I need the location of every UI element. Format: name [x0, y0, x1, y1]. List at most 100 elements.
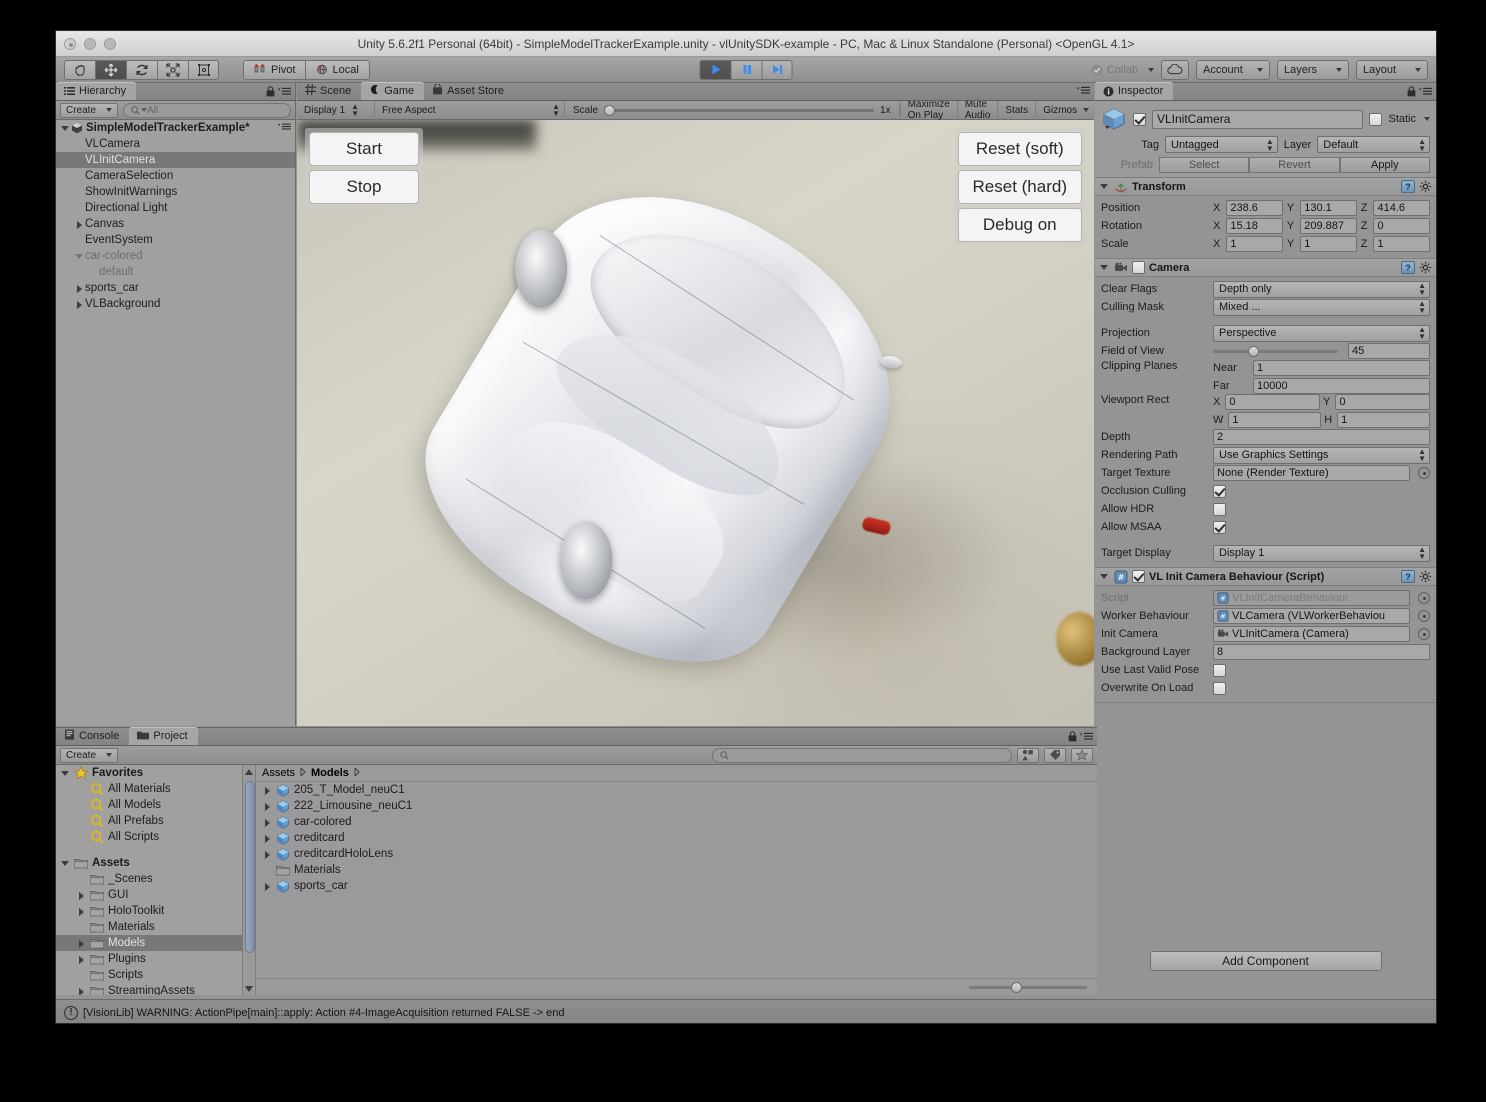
dropdown-field[interactable]: Depth only ▲ ▼ [1213, 280, 1430, 298]
property-checkbox[interactable] [1213, 663, 1226, 677]
tab-hierarchy[interactable]: Hierarchy [56, 82, 137, 100]
dropdown-field[interactable]: Mixed ... ▲ ▼ [1213, 298, 1430, 316]
move-tool-button[interactable] [95, 59, 126, 80]
property-checkbox[interactable] [1213, 502, 1226, 516]
disclosure-triangle-icon[interactable] [1099, 181, 1110, 192]
project-zoom-slider[interactable] [969, 981, 1087, 993]
project-tree-item[interactable]: Models [56, 935, 242, 951]
hierarchy-item[interactable]: Directional Light [56, 200, 295, 216]
object-reference-field[interactable]: # VLCamera (VLWorkerBehaviou [1213, 608, 1410, 624]
step-button[interactable] [761, 59, 793, 80]
game-reset-soft-button[interactable]: Reset (soft) [957, 132, 1082, 166]
project-tab-menu[interactable] [1068, 731, 1093, 742]
local-button[interactable]: Local [305, 59, 370, 80]
component-header-actions[interactable]: ? [1401, 261, 1432, 274]
panel-menu-icon[interactable] [278, 122, 291, 134]
collab-button[interactable]: Collab [1091, 64, 1154, 76]
static-checkbox[interactable] [1369, 112, 1383, 126]
dropdown-field[interactable]: Use Graphics Settings ▲ ▼ [1213, 446, 1430, 464]
breadcrumb-item[interactable]: Assets [262, 767, 295, 779]
rect-field-x[interactable]: 0 [1225, 394, 1320, 410]
hierarchy-search-input[interactable]: All [123, 102, 291, 118]
slider-value-field[interactable]: 45 [1348, 343, 1430, 359]
hand-tool-button[interactable] [64, 59, 95, 80]
chevron-down-icon[interactable] [1424, 117, 1430, 121]
disclosure-triangle-icon[interactable] [1099, 571, 1110, 582]
tab-scene[interactable]: Scene [297, 82, 361, 100]
breadcrumb-item[interactable]: Models [311, 767, 349, 779]
project-tree-item[interactable]: Plugins [56, 951, 242, 967]
project-zoom-knob[interactable] [1011, 981, 1022, 993]
filter-by-type-button[interactable] [1017, 747, 1039, 763]
tab-inspector[interactable]: Inspector [1095, 82, 1174, 100]
disclosure-triangle-icon[interactable] [262, 801, 273, 812]
favorite-button[interactable] [1071, 747, 1093, 763]
project-tree-scroll-thumb[interactable] [245, 781, 255, 953]
object-enabled-checkbox[interactable] [1133, 112, 1146, 126]
component-header-actions[interactable]: ? [1401, 570, 1432, 583]
transform-tools[interactable] [64, 59, 219, 80]
project-asset-item[interactable]: creditcardHoloLens [256, 846, 1097, 862]
disclosure-triangle-icon[interactable] [262, 785, 273, 796]
object-reference-field[interactable]: # VLInitCameraBehaviour [1213, 590, 1410, 606]
prefab-revert-button[interactable]: Revert [1249, 157, 1340, 173]
slider-knob[interactable] [1248, 345, 1259, 357]
disclosure-triangle-icon[interactable] [60, 858, 71, 869]
stats-toggle[interactable]: Stats [997, 100, 1035, 120]
prefab-select-button[interactable]: Select [1159, 157, 1250, 173]
scroll-down-arrow[interactable] [243, 982, 255, 995]
scroll-up-arrow[interactable] [243, 765, 255, 778]
disclosure-triangle-icon[interactable] [76, 938, 87, 949]
component-enabled-checkbox[interactable] [1132, 570, 1145, 583]
hierarchy-tab-menu[interactable] [266, 86, 291, 97]
disclosure-triangle-icon[interactable] [262, 817, 273, 828]
object-reference-field[interactable]: VLInitCamera (Camera) [1213, 626, 1410, 642]
disclosure-triangle-icon[interactable] [76, 890, 87, 901]
hierarchy-item[interactable]: SimpleModelTrackerExample* [56, 120, 295, 136]
vector-field-x[interactable]: 1 [1226, 236, 1283, 252]
project-tree-item[interactable]: Assets [56, 855, 242, 871]
hierarchy-item[interactable]: VLInitCamera [56, 152, 295, 168]
project-tree-item[interactable]: All Scripts [56, 829, 242, 845]
object-picker-icon[interactable] [1418, 628, 1430, 640]
project-asset-item[interactable]: car-colored [256, 814, 1097, 830]
disclosure-triangle-icon[interactable] [1099, 262, 1110, 273]
project-tree-item[interactable]: All Prefabs [56, 813, 242, 829]
aspect-dropdown[interactable]: Free Aspect ▲ ▼ [375, 100, 565, 120]
pivot-group[interactable]: Pivot Local [243, 59, 370, 80]
project-asset-item[interactable]: creditcard [256, 830, 1097, 846]
scale-slider-knob[interactable] [604, 104, 616, 116]
help-icon[interactable]: ? [1401, 261, 1415, 274]
hierarchy-item[interactable]: VLBackground [56, 296, 295, 312]
vector-field-x[interactable]: 15.18 [1226, 218, 1283, 234]
breadcrumb[interactable]: Assets Models [256, 765, 1097, 782]
rect-tool-button[interactable] [188, 59, 219, 80]
hierarchy-item[interactable]: EventSystem [56, 232, 295, 248]
cloud-button[interactable] [1161, 59, 1189, 80]
vector-field-y[interactable]: 1 [1300, 236, 1357, 252]
account-button[interactable]: Account [1196, 59, 1270, 80]
hierarchy-item[interactable]: VLCamera [56, 136, 295, 152]
object-picker-icon[interactable] [1418, 467, 1430, 479]
property-checkbox[interactable] [1213, 484, 1226, 498]
hierarchy-item[interactable]: ShowInitWarnings [56, 184, 295, 200]
project-tree-item[interactable]: Materials [56, 919, 242, 935]
project-tree-item[interactable]: StreamingAssets [56, 983, 242, 995]
disclosure-triangle-icon[interactable] [74, 251, 85, 262]
disclosure-triangle-icon[interactable] [262, 849, 273, 860]
project-item-list[interactable]: 205_T_Model_neuC1 222_Limousine_neuC1 car-… [256, 782, 1097, 978]
gizmos-dropdown[interactable]: Gizmos [1035, 100, 1096, 120]
clipping-value-field[interactable]: 1 [1253, 360, 1430, 376]
project-tree[interactable]: Favorites All Materials All Models All Pref… [56, 765, 242, 995]
prefab-apply-button[interactable]: Apply [1339, 157, 1430, 173]
game-stop-button[interactable]: Stop [309, 170, 419, 204]
help-icon[interactable]: ? [1401, 570, 1415, 583]
clipping-value-field[interactable]: 10000 [1253, 378, 1430, 394]
component-header[interactable]: Camera? [1095, 259, 1436, 277]
object-name-input[interactable]: VLInitCamera [1152, 109, 1364, 129]
rotate-tool-button[interactable] [126, 59, 157, 80]
mute-audio-toggle[interactable]: Mute Audio [956, 99, 998, 121]
display-dropdown[interactable]: Display 1 ▲ ▼ [297, 100, 375, 120]
hierarchy-item[interactable]: sports_car [56, 280, 295, 296]
filter-by-label-button[interactable] [1044, 747, 1066, 763]
